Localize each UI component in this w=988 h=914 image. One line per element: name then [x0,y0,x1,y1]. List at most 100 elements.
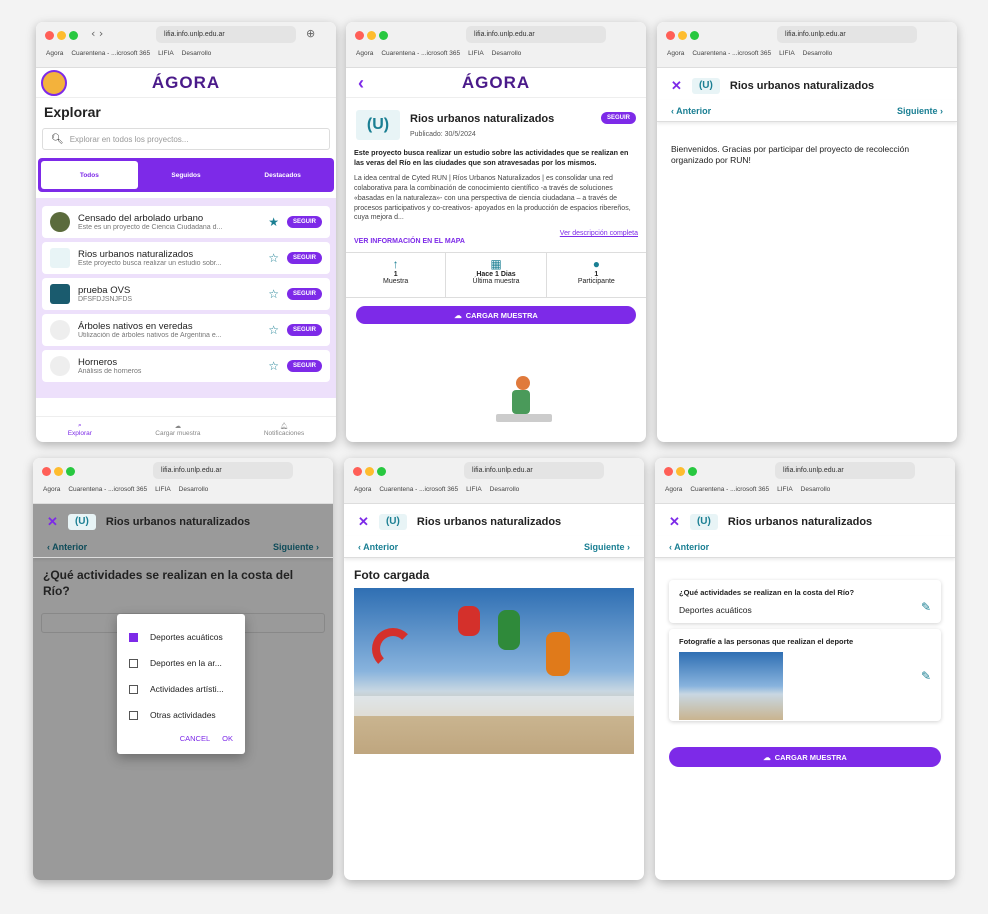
address-bar[interactable]: lifia.info.unlp.edu.ar [464,462,604,479]
minimize-window-button[interactable] [676,467,685,476]
prev-button[interactable]: ‹ Anterior [358,542,398,552]
search-input[interactable]: 🔍︎ Explorar en todos los proyectos... [42,128,330,150]
address-bar[interactable]: lifia.info.unlp.edu.ar [466,26,606,43]
checkbox-checked[interactable] [129,632,138,642]
checkbox[interactable] [129,684,138,694]
zoom-window-button[interactable] [379,31,388,40]
list-item[interactable]: prueba OVS DFSFDJSÑJFDS ☆ SEGUIR [42,278,330,310]
upload-sample-button[interactable]: ☁ CARGAR MUESTRA [356,306,636,325]
zoom-window-button[interactable] [688,467,697,476]
star-icon[interactable]: ☆ [268,323,279,337]
bookmark-item[interactable]: Cuarentena - ...icrosoft 365 [71,50,150,57]
bookmark-item[interactable]: Desarrollo [179,486,209,493]
download-icon[interactable]: ⊕ [306,27,315,40]
nav-explorar[interactable]: ⌕ Explorar [68,422,92,437]
close-window-button[interactable] [666,31,675,40]
minimize-window-button[interactable] [367,31,376,40]
bookmark-item[interactable]: Desarrollo [182,50,212,57]
next-button[interactable]: Siguiente › [897,106,943,116]
tab-destacados[interactable]: Destacados [234,172,331,179]
bookmark-item[interactable]: Agora [665,486,682,493]
close-icon[interactable]: ✕ [671,78,682,94]
bookmark-item[interactable]: LIFIA [468,50,484,57]
bookmark-item[interactable]: Cuarentena - ...icrosoft 365 [690,486,769,493]
bookmark-item[interactable]: LIFIA [779,50,795,57]
bookmark-item[interactable]: LIFIA [466,486,482,493]
more-description-link[interactable]: Ver descripción completa [346,230,646,237]
ok-button[interactable]: OK [222,734,233,743]
bookmark-item[interactable]: LIFIA [777,486,793,493]
list-item[interactable]: Rios urbanos naturalizados Este proyecto … [42,242,330,274]
list-item[interactable]: Árboles nativos en veredas Utilización de… [42,314,330,346]
follow-button[interactable]: SEGUIR [286,216,322,228]
follow-button[interactable]: SEGUIR [286,324,322,336]
cancel-button[interactable]: CANCEL [180,734,210,743]
avatar[interactable] [41,70,67,96]
close-window-button[interactable] [42,467,51,476]
bookmark-item[interactable]: Cuarentena - ...icrosoft 365 [379,486,458,493]
next-button[interactable]: Siguiente › [273,542,319,552]
nav-cargar-muestra[interactable]: ☁ Cargar muestra [155,422,200,437]
edit-icon[interactable]: ✎ [921,600,931,614]
minimize-window-button[interactable] [54,467,63,476]
next-button[interactable]: Siguiente › [584,542,630,552]
bookmark-item[interactable]: Agora [43,486,60,493]
close-window-button[interactable] [45,31,54,40]
address-bar[interactable]: lifia.info.unlp.edu.ar [775,462,915,479]
bookmark-item[interactable]: Agora [356,50,373,57]
list-item[interactable]: Censado del arbolado urbano Este es un pr… [42,206,330,238]
bookmark-item[interactable]: LIFIA [158,50,174,57]
option-otras-actividades[interactable]: Otras actividades [129,702,233,728]
list-item[interactable]: Horneros Análisis de horneros ☆ SEGUIR [42,350,330,382]
bookmark-item[interactable]: Desarrollo [490,486,520,493]
tab-todos[interactable]: Todos [41,161,138,189]
address-bar[interactable]: lifia.info.unlp.edu.ar [777,26,917,43]
follow-button[interactable]: SEGUIR [600,112,636,124]
follow-button[interactable]: SEGUIR [286,360,322,372]
option-deportes-acuaticos[interactable]: Deportes acuáticos [129,624,233,650]
follow-button[interactable]: SEGUIR [286,288,322,300]
nav-notificaciones[interactable]: 🔔︎ Notificaciones [264,422,304,437]
bookmark-item[interactable]: Desarrollo [492,50,522,57]
back-icon[interactable]: ‹ › [91,27,103,40]
minimize-window-button[interactable] [57,31,66,40]
bookmark-item[interactable]: Cuarentena - ...icrosoft 365 [68,486,147,493]
close-icon[interactable]: ✕ [669,514,680,530]
edit-icon[interactable]: ✎ [921,669,931,683]
bookmark-item[interactable]: Agora [667,50,684,57]
bookmark-item[interactable]: Agora [354,486,371,493]
star-icon[interactable]: ☆ [268,287,279,301]
close-window-button[interactable] [355,31,364,40]
back-arrow-icon[interactable]: ‹ [358,73,364,94]
tab-seguidos[interactable]: Seguidos [138,172,235,179]
address-bar[interactable]: lifia.info.unlp.edu.ar [156,26,296,43]
prev-button[interactable]: ‹ Anterior [671,106,711,116]
prev-button[interactable]: ‹ Anterior [669,542,709,552]
close-window-button[interactable] [353,467,362,476]
zoom-window-button[interactable] [66,467,75,476]
prev-button[interactable]: ‹ Anterior [47,542,87,552]
zoom-window-button[interactable] [69,31,78,40]
bookmark-item[interactable]: Desarrollo [801,486,831,493]
zoom-window-button[interactable] [690,31,699,40]
bookmark-item[interactable]: Cuarentena - ...icrosoft 365 [692,50,771,57]
option-actividades-artisticas[interactable]: Actividades artísti... [129,676,233,702]
star-icon[interactable]: ★ [268,215,279,229]
star-icon[interactable]: ☆ [268,359,279,373]
address-bar[interactable]: lifia.info.unlp.edu.ar [153,462,293,479]
minimize-window-button[interactable] [678,31,687,40]
bookmark-item[interactable]: Desarrollo [803,50,833,57]
checkbox[interactable] [129,710,138,720]
follow-button[interactable]: SEGUIR [286,252,322,264]
close-window-button[interactable] [664,467,673,476]
bookmark-item[interactable]: LIFIA [155,486,171,493]
star-icon[interactable]: ☆ [268,251,279,265]
bookmark-item[interactable]: Cuarentena - ...icrosoft 365 [381,50,460,57]
option-deportes-arena[interactable]: Deportes en la ar... [129,650,233,676]
checkbox[interactable] [129,658,138,668]
zoom-window-button[interactable] [377,467,386,476]
minimize-window-button[interactable] [365,467,374,476]
bookmark-item[interactable]: Agora [46,50,63,57]
close-icon[interactable]: ✕ [47,514,58,530]
close-icon[interactable]: ✕ [358,514,369,530]
